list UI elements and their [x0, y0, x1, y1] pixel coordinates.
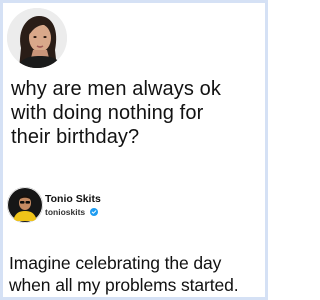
quote-author-row: Tonio Skits tonioskits — [7, 187, 247, 229]
verified-badge-icon — [89, 208, 98, 216]
quote-author-name[interactable]: Tonio Skits — [45, 193, 101, 205]
quote-author-handle-line[interactable]: tonioskits — [45, 207, 98, 217]
post-text: why are men always ok with doing nothing… — [11, 77, 267, 149]
post-card: why are men always ok with doing nothing… — [0, 0, 268, 300]
reply-text-line: Imagine celebrating the day — [9, 253, 222, 273]
quote-author-handle[interactable]: tonioskits — [45, 207, 85, 217]
post-text-line: why are men always ok — [11, 78, 221, 100]
post-text-line: with doing nothing for — [11, 102, 204, 124]
reply-text: Imagine celebrating the day when all my … — [9, 252, 271, 296]
quote-avatar[interactable] — [7, 187, 43, 223]
avatar[interactable] — [7, 8, 67, 68]
profile-photo-icon — [7, 8, 67, 68]
profile-photo-icon — [7, 187, 43, 223]
reply-text-line: when all my problems started. — [9, 275, 239, 295]
post-text-line: their birthday? — [11, 126, 140, 148]
